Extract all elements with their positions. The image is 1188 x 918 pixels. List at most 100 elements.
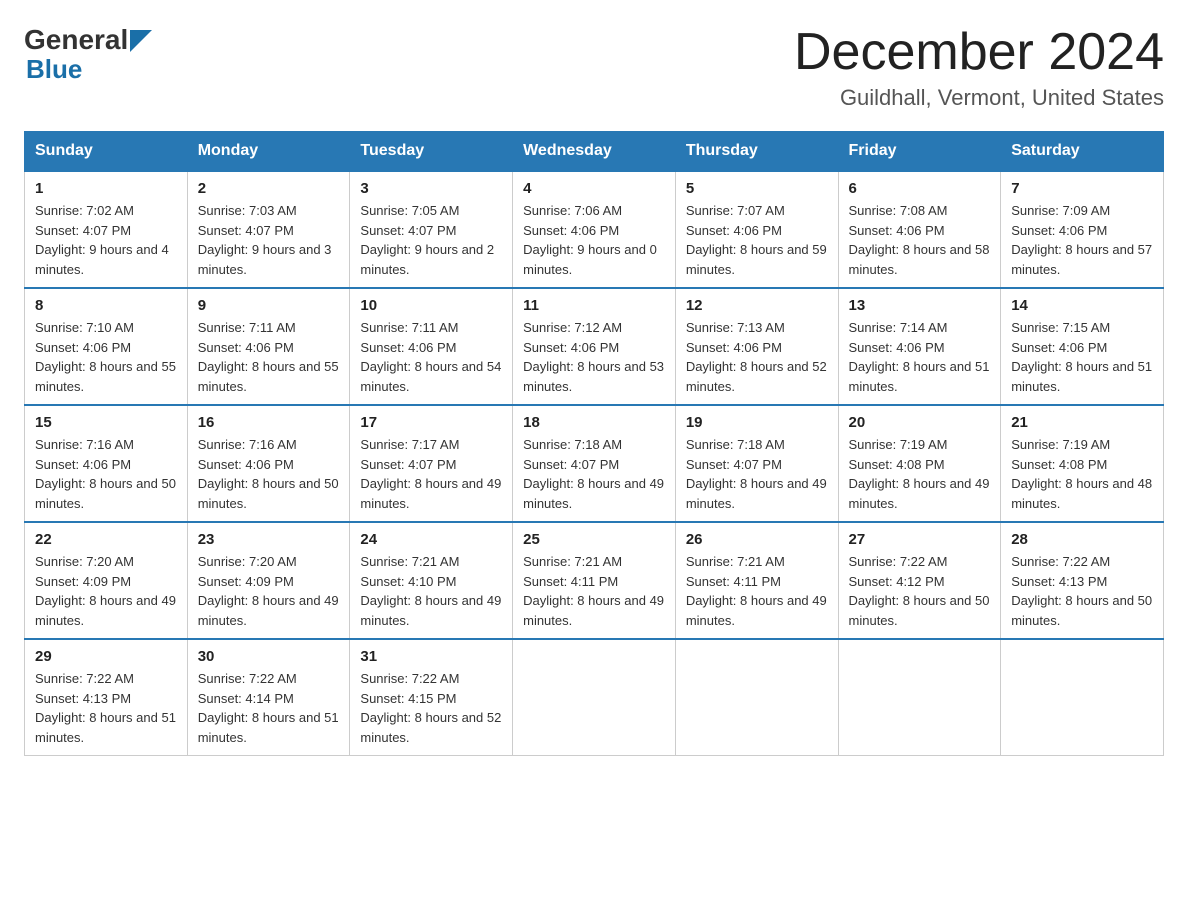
calendar-cell: 8 Sunrise: 7:10 AMSunset: 4:06 PMDaylight… <box>25 288 188 405</box>
calendar-cell: 30 Sunrise: 7:22 AMSunset: 4:14 PMDayligh… <box>187 639 350 756</box>
weekday-header-tuesday: Tuesday <box>350 132 513 172</box>
day-number: 6 <box>849 180 991 197</box>
day-info: Sunrise: 7:19 AMSunset: 4:08 PMDaylight:… <box>1011 435 1153 513</box>
weekday-header-saturday: Saturday <box>1001 132 1164 172</box>
calendar-cell: 20 Sunrise: 7:19 AMSunset: 4:08 PMDayligh… <box>838 405 1001 522</box>
calendar-cell: 14 Sunrise: 7:15 AMSunset: 4:06 PMDayligh… <box>1001 288 1164 405</box>
weekday-header-thursday: Thursday <box>675 132 838 172</box>
day-number: 4 <box>523 180 665 197</box>
calendar-cell: 11 Sunrise: 7:12 AMSunset: 4:06 PMDayligh… <box>513 288 676 405</box>
calendar-cell <box>513 639 676 756</box>
day-info: Sunrise: 7:11 AMSunset: 4:06 PMDaylight:… <box>360 318 502 396</box>
calendar-cell: 29 Sunrise: 7:22 AMSunset: 4:13 PMDayligh… <box>25 639 188 756</box>
day-info: Sunrise: 7:02 AMSunset: 4:07 PMDaylight:… <box>35 201 177 279</box>
day-info: Sunrise: 7:03 AMSunset: 4:07 PMDaylight:… <box>198 201 340 279</box>
day-info: Sunrise: 7:22 AMSunset: 4:15 PMDaylight:… <box>360 669 502 747</box>
day-info: Sunrise: 7:21 AMSunset: 4:10 PMDaylight:… <box>360 552 502 630</box>
day-number: 31 <box>360 648 502 665</box>
day-info: Sunrise: 7:20 AMSunset: 4:09 PMDaylight:… <box>35 552 177 630</box>
calendar-cell: 27 Sunrise: 7:22 AMSunset: 4:12 PMDayligh… <box>838 522 1001 639</box>
day-info: Sunrise: 7:13 AMSunset: 4:06 PMDaylight:… <box>686 318 828 396</box>
location-title: Guildhall, Vermont, United States <box>794 85 1164 111</box>
day-info: Sunrise: 7:17 AMSunset: 4:07 PMDaylight:… <box>360 435 502 513</box>
weekday-header-wednesday: Wednesday <box>513 132 676 172</box>
calendar-cell: 28Sunrise: 7:22 AMSunset: 4:13 PMDayligh… <box>1001 522 1164 639</box>
logo-general-text: General <box>24 24 128 56</box>
calendar-cell <box>838 639 1001 756</box>
day-number: 27 <box>849 531 991 548</box>
week-row-2: 8 Sunrise: 7:10 AMSunset: 4:06 PMDaylight… <box>25 288 1164 405</box>
calendar-table: SundayMondayTuesdayWednesdayThursdayFrid… <box>24 131 1164 756</box>
month-title: December 2024 <box>794 24 1164 81</box>
day-info: Sunrise: 7:14 AMSunset: 4:06 PMDaylight:… <box>849 318 991 396</box>
day-number: 13 <box>849 297 991 314</box>
week-row-4: 22Sunrise: 7:20 AMSunset: 4:09 PMDayligh… <box>25 522 1164 639</box>
calendar-cell: 24 Sunrise: 7:21 AMSunset: 4:10 PMDayligh… <box>350 522 513 639</box>
day-info: Sunrise: 7:11 AMSunset: 4:06 PMDaylight:… <box>198 318 340 396</box>
day-number: 18 <box>523 414 665 431</box>
week-row-3: 15Sunrise: 7:16 AMSunset: 4:06 PMDayligh… <box>25 405 1164 522</box>
calendar-cell <box>675 639 838 756</box>
calendar-cell: 18 Sunrise: 7:18 AMSunset: 4:07 PMDayligh… <box>513 405 676 522</box>
day-info: Sunrise: 7:22 AMSunset: 4:12 PMDaylight:… <box>849 552 991 630</box>
day-info: Sunrise: 7:19 AMSunset: 4:08 PMDaylight:… <box>849 435 991 513</box>
day-number: 12 <box>686 297 828 314</box>
day-number: 2 <box>198 180 340 197</box>
calendar-cell: 23 Sunrise: 7:20 AMSunset: 4:09 PMDayligh… <box>187 522 350 639</box>
day-info: Sunrise: 7:18 AMSunset: 4:07 PMDaylight:… <box>523 435 665 513</box>
day-info: Sunrise: 7:12 AMSunset: 4:06 PMDaylight:… <box>523 318 665 396</box>
calendar-cell: 2 Sunrise: 7:03 AMSunset: 4:07 PMDaylight… <box>187 171 350 288</box>
day-number: 23 <box>198 531 340 548</box>
day-info: Sunrise: 7:16 AMSunset: 4:06 PMDaylight:… <box>35 435 177 513</box>
day-info: Sunrise: 7:18 AMSunset: 4:07 PMDaylight:… <box>686 435 828 513</box>
calendar-cell: 31 Sunrise: 7:22 AMSunset: 4:15 PMDayligh… <box>350 639 513 756</box>
day-info: Sunrise: 7:22 AMSunset: 4:13 PMDaylight:… <box>35 669 177 747</box>
logo-arrow-icon <box>130 30 152 52</box>
weekday-header-row: SundayMondayTuesdayWednesdayThursdayFrid… <box>25 132 1164 172</box>
calendar-cell: 13 Sunrise: 7:14 AMSunset: 4:06 PMDayligh… <box>838 288 1001 405</box>
logo-blue-text: Blue <box>26 56 152 82</box>
day-info: Sunrise: 7:16 AMSunset: 4:06 PMDaylight:… <box>198 435 340 513</box>
calendar-cell: 12 Sunrise: 7:13 AMSunset: 4:06 PMDayligh… <box>675 288 838 405</box>
week-row-5: 29 Sunrise: 7:22 AMSunset: 4:13 PMDayligh… <box>25 639 1164 756</box>
day-number: 1 <box>35 180 177 197</box>
day-number: 21 <box>1011 414 1153 431</box>
day-number: 30 <box>198 648 340 665</box>
logo: General Blue <box>24 24 152 82</box>
day-info: Sunrise: 7:21 AMSunset: 4:11 PMDaylight:… <box>686 552 828 630</box>
day-number: 29 <box>35 648 177 665</box>
day-info: Sunrise: 7:22 AMSunset: 4:14 PMDaylight:… <box>198 669 340 747</box>
day-number: 16 <box>198 414 340 431</box>
day-number: 17 <box>360 414 502 431</box>
day-info: Sunrise: 7:07 AMSunset: 4:06 PMDaylight:… <box>686 201 828 279</box>
calendar-cell: 25Sunrise: 7:21 AMSunset: 4:11 PMDayligh… <box>513 522 676 639</box>
day-number: 24 <box>360 531 502 548</box>
day-number: 20 <box>849 414 991 431</box>
day-info: Sunrise: 7:20 AMSunset: 4:09 PMDaylight:… <box>198 552 340 630</box>
calendar-cell: 10Sunrise: 7:11 AMSunset: 4:06 PMDayligh… <box>350 288 513 405</box>
page-header: General Blue December 2024 Guildhall, Ve… <box>24 24 1164 111</box>
day-number: 3 <box>360 180 502 197</box>
day-info: Sunrise: 7:06 AMSunset: 4:06 PMDaylight:… <box>523 201 665 279</box>
weekday-header-monday: Monday <box>187 132 350 172</box>
day-number: 7 <box>1011 180 1153 197</box>
day-number: 11 <box>523 297 665 314</box>
day-number: 8 <box>35 297 177 314</box>
calendar-cell: 21 Sunrise: 7:19 AMSunset: 4:08 PMDayligh… <box>1001 405 1164 522</box>
day-info: Sunrise: 7:15 AMSunset: 4:06 PMDaylight:… <box>1011 318 1153 396</box>
calendar-cell: 15Sunrise: 7:16 AMSunset: 4:06 PMDayligh… <box>25 405 188 522</box>
day-info: Sunrise: 7:05 AMSunset: 4:07 PMDaylight:… <box>360 201 502 279</box>
calendar-cell: 26Sunrise: 7:21 AMSunset: 4:11 PMDayligh… <box>675 522 838 639</box>
calendar-cell: 7 Sunrise: 7:09 AMSunset: 4:06 PMDaylight… <box>1001 171 1164 288</box>
day-info: Sunrise: 7:08 AMSunset: 4:06 PMDaylight:… <box>849 201 991 279</box>
day-info: Sunrise: 7:09 AMSunset: 4:06 PMDaylight:… <box>1011 201 1153 279</box>
day-info: Sunrise: 7:21 AMSunset: 4:11 PMDaylight:… <box>523 552 665 630</box>
day-info: Sunrise: 7:10 AMSunset: 4:06 PMDaylight:… <box>35 318 177 396</box>
week-row-1: 1 Sunrise: 7:02 AMSunset: 4:07 PMDaylight… <box>25 171 1164 288</box>
calendar-cell: 4 Sunrise: 7:06 AMSunset: 4:06 PMDaylight… <box>513 171 676 288</box>
calendar-cell <box>1001 639 1164 756</box>
day-number: 5 <box>686 180 828 197</box>
day-info: Sunrise: 7:22 AMSunset: 4:13 PMDaylight:… <box>1011 552 1153 630</box>
calendar-cell: 5 Sunrise: 7:07 AMSunset: 4:06 PMDaylight… <box>675 171 838 288</box>
day-number: 14 <box>1011 297 1153 314</box>
